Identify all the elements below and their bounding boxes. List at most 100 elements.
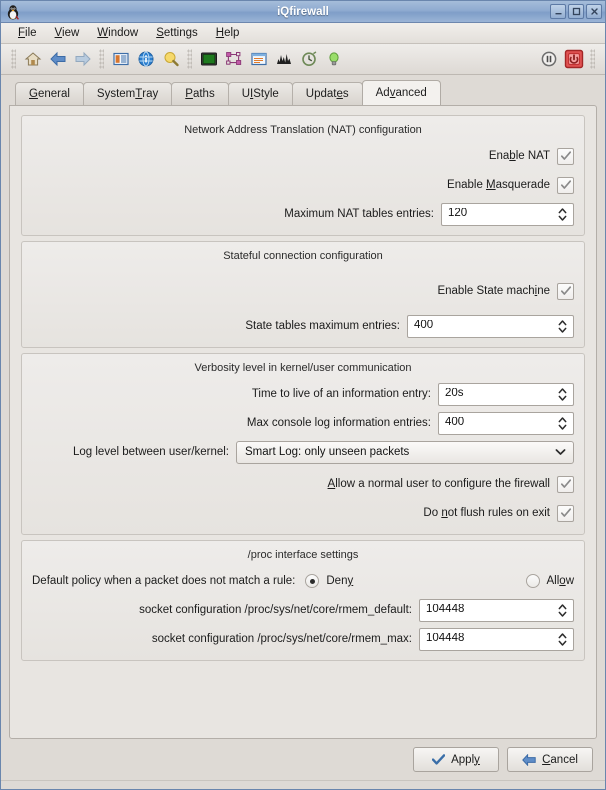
row-max-console-log: Max console log information entries: 400: [32, 411, 574, 435]
row-enable-nat: Enable NAT: [32, 144, 574, 168]
search-bulb-icon[interactable]: [158, 47, 183, 72]
menu-item-settings[interactable]: Settings: [147, 25, 207, 41]
title-bar[interactable]: iQfirewall: [1, 1, 605, 23]
checkbox-allow-normal-user[interactable]: [557, 475, 574, 493]
spinbox-rmem-max[interactable]: 104448: [419, 627, 574, 651]
tab-page-advanced: Network Address Translation (NAT) config…: [9, 105, 597, 739]
row-enable-masquerade: Enable Masquerade: [32, 173, 574, 197]
spinner-arrows-icon[interactable]: [556, 414, 569, 433]
toolbar-grip-2[interactable]: [99, 49, 104, 69]
row-time-to-live: Time to live of an information entry: 20…: [32, 382, 574, 406]
toolbar-grip-3[interactable]: [187, 49, 192, 69]
apply-button-label: Apply: [451, 753, 480, 766]
apply-button[interactable]: Apply: [413, 747, 499, 772]
minimize-icon[interactable]: [550, 4, 566, 19]
label-time-to-live: Time to live of an information entry:: [251, 388, 431, 400]
row-rmem-default: socket configuration /proc/sys/net/core/…: [32, 598, 574, 622]
spinbox-rmem-default[interactable]: 104448: [419, 598, 574, 622]
label-enable-state-machine: Enable State machine: [437, 285, 550, 297]
spinbox-state-tables-max[interactable]: 400: [407, 314, 574, 338]
row-default-policy: Default policy when a packet does not ma…: [32, 569, 574, 593]
spinbox-max-console-log[interactable]: 400: [438, 411, 574, 435]
radio-policy-allow[interactable]: [525, 574, 540, 588]
label-default-policy: Default policy when a packet does not ma…: [32, 575, 296, 587]
label-rmem-default: socket configuration /proc/sys/net/core/…: [139, 604, 412, 616]
info-globe-icon[interactable]: [133, 47, 158, 72]
row-log-level: Log level between user/kernel: Smart Log…: [32, 440, 574, 464]
toolbar-right-group: [536, 47, 599, 72]
combobox-log-level[interactable]: Smart Log: only unseen packets: [236, 440, 574, 464]
row-rmem-max: socket configuration /proc/sys/net/core/…: [32, 627, 574, 651]
row-max-nat-tables: Maximum NAT tables entries: 120: [32, 202, 574, 226]
row-enable-state-machine: Enable State machine: [32, 279, 574, 303]
status-strip: [1, 780, 605, 789]
chevron-down-icon[interactable]: [555, 448, 566, 456]
tab-advanced[interactable]: Ad v anced: [361, 80, 441, 105]
statistics-chart-icon[interactable]: [271, 47, 296, 72]
menu-bar: File View Window Settings Help: [1, 23, 605, 44]
radio-group-policy-allow: Allow: [525, 574, 575, 588]
toolbar-grip[interactable]: [11, 49, 16, 69]
forward-arrow-icon[interactable]: [70, 47, 95, 72]
group-verbosity-level: Verbosity level in kernel/user communica…: [21, 353, 585, 535]
label-max-console-log: Max console log information entries:: [246, 417, 431, 429]
spinbox-time-to-live[interactable]: 20s: [438, 382, 574, 406]
clock-history-icon[interactable]: [296, 47, 321, 72]
spinbox-state-tables-max-value: 400: [414, 320, 434, 332]
menu-item-help[interactable]: Help: [207, 25, 249, 41]
menu-item-window[interactable]: Window: [88, 25, 147, 41]
pause-icon[interactable]: [536, 47, 561, 72]
cancel-button[interactable]: Cancel: [507, 747, 593, 772]
group-nat-configuration: Network Address Translation (NAT) config…: [21, 115, 585, 236]
checkbox-enable-masquerade[interactable]: [557, 176, 574, 194]
back-arrow-icon[interactable]: [45, 47, 70, 72]
light-bulb-icon[interactable]: [321, 47, 346, 72]
group-title-nat: Network Address Translation (NAT) config…: [184, 124, 422, 136]
maximize-icon[interactable]: [568, 4, 584, 19]
label-policy-deny: Deny: [326, 575, 354, 587]
home-icon[interactable]: [20, 47, 45, 72]
tab-bar: General System Tray Paths UI Style Updat…: [1, 75, 605, 105]
spinner-arrows-icon[interactable]: [556, 630, 569, 649]
spinner-arrows-icon[interactable]: [556, 205, 569, 224]
spinner-arrows-icon[interactable]: [556, 317, 569, 336]
tab-paths[interactable]: Paths: [171, 82, 229, 105]
row-allow-normal-user: Allow a normal user to configure the fir…: [32, 472, 574, 496]
tab-updates[interactable]: Updat e s: [291, 82, 363, 105]
tab-ui-style[interactable]: UI Style: [227, 82, 293, 105]
label-enable-nat: Enable NAT: [488, 150, 550, 162]
radio-group-default-policy: Deny: [305, 574, 353, 588]
tux-penguin-icon: [4, 3, 22, 21]
console-icon[interactable]: [196, 47, 221, 72]
menu-item-file[interactable]: File: [9, 25, 46, 41]
power-stop-icon[interactable]: [561, 47, 586, 72]
spinbox-max-nat-tables-value: 120: [448, 208, 468, 220]
spinbox-time-to-live-value: 20s: [445, 388, 464, 400]
checkbox-enable-nat[interactable]: [557, 147, 574, 165]
window-log-icon[interactable]: [246, 47, 271, 72]
label-policy-allow: Allow: [546, 575, 575, 587]
checkbox-enable-state-machine[interactable]: [557, 282, 574, 300]
tab-general[interactable]: General: [15, 82, 84, 105]
checkbox-do-not-flush[interactable]: [557, 504, 574, 522]
label-enable-masquerade: Enable Masquerade: [447, 179, 550, 191]
spinbox-max-nat-tables[interactable]: 120: [441, 202, 574, 226]
tab-system-tray[interactable]: System Tray: [82, 82, 173, 105]
spinbox-max-console-log-value: 400: [445, 417, 465, 429]
menu-item-view[interactable]: View: [46, 25, 89, 41]
spinner-arrows-icon[interactable]: [556, 601, 569, 620]
dialog-button-bar: Apply Cancel: [1, 739, 605, 780]
network-nodes-icon[interactable]: [221, 47, 246, 72]
toolbar-grip-4[interactable]: [590, 49, 595, 69]
close-icon[interactable]: [586, 4, 602, 19]
group-title-proc: /proc interface settings: [247, 549, 359, 561]
group-proc-interface: /proc interface settings Default policy …: [21, 540, 585, 661]
rules-list-icon[interactable]: [108, 47, 133, 72]
label-do-not-flush: Do not flush rules on exit: [423, 507, 550, 519]
label-state-tables-max: State tables maximum entries:: [245, 320, 400, 332]
group-title-verbosity: Verbosity level in kernel/user communica…: [194, 362, 412, 374]
spinbox-rmem-max-value: 104448: [426, 633, 465, 645]
spinner-arrows-icon[interactable]: [556, 385, 569, 404]
radio-policy-deny[interactable]: [305, 574, 320, 588]
back-arrow-icon: [522, 753, 536, 766]
